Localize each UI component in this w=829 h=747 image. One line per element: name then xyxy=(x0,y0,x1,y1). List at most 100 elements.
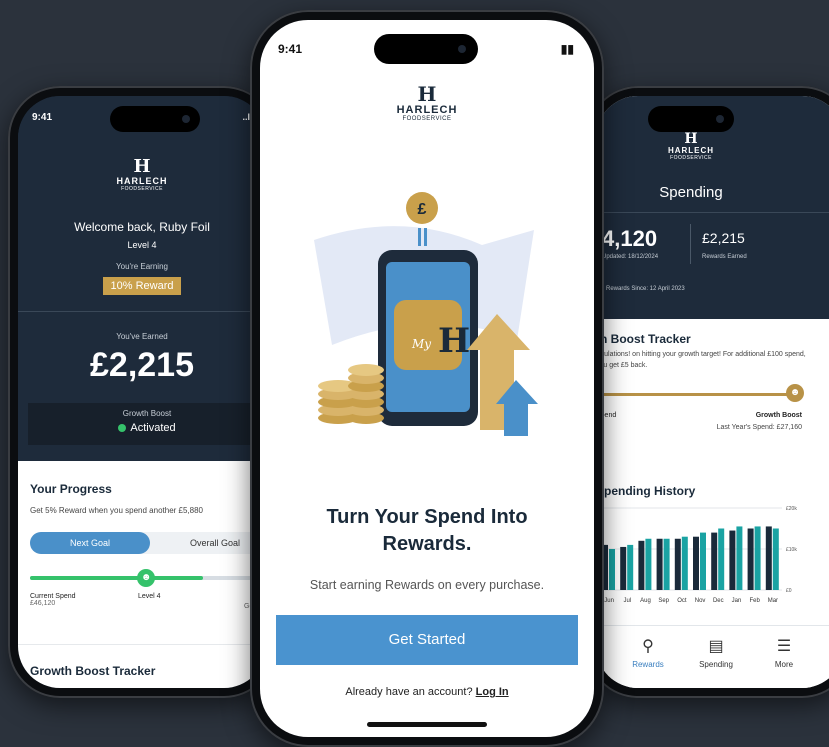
progress-knob-icon: ☻ xyxy=(137,569,156,587)
x-tick-label: Sep xyxy=(658,598,669,604)
tab-next-goal[interactable]: Next Goal xyxy=(30,532,150,554)
svg-text:H: H xyxy=(438,321,470,361)
x-tick-label: Aug xyxy=(640,598,651,604)
headline: Turn Your Spend Into Rewards. xyxy=(326,506,528,555)
spending-header: H HARLECH FOODSERVICE Spending 4,120 Upd… xyxy=(596,96,829,319)
status-dot-icon xyxy=(118,424,127,433)
bar-feb-series-1 xyxy=(747,528,754,590)
growth-boost-status: Activated xyxy=(130,422,176,434)
tab-spending-label: Spending xyxy=(699,660,733,669)
progress-description: Get 5% Reward when you spend another £5,… xyxy=(30,506,204,515)
bar-dec-series-2 xyxy=(718,528,725,590)
y-tick-label: £10k xyxy=(786,547,797,553)
coin-stack-icon xyxy=(318,364,384,424)
current-spend-value: £46,120 xyxy=(30,600,56,607)
boost-track xyxy=(596,393,801,396)
tab-more-label: More xyxy=(774,660,794,669)
x-tick-label: Dec xyxy=(713,598,724,604)
bar-jan-series-2 xyxy=(736,526,743,590)
tracker-title: th Boost Tracker xyxy=(596,332,691,346)
tracker-description: ratulations! on hitting your growth targ… xyxy=(596,351,806,369)
dynamic-island xyxy=(648,106,734,132)
get-started-button[interactable]: Get Started xyxy=(276,615,578,665)
tab-rewards[interactable]: ⚲ Rewards xyxy=(618,636,678,669)
bar-jan-series-1 xyxy=(729,530,736,590)
svg-text:£: £ xyxy=(418,201,427,218)
onboarding-screen: 9:41 ▮▮ H HARLECH FOODSERVICE £ My H Tur… xyxy=(260,20,594,737)
bar-oct-series-2 xyxy=(681,536,688,590)
welcome-text: Welcome back, Ruby Foil xyxy=(74,220,210,234)
x-tick-label: Oct xyxy=(677,598,687,604)
total-spend-updated: Updated: 18/12/2024 xyxy=(602,254,659,260)
y-tick-label: £20k xyxy=(786,506,797,512)
current-spend-label: Current Spend xyxy=(30,593,76,600)
center-phone: 9:41 ▮▮ H HARLECH FOODSERVICE £ My H Tur… xyxy=(250,10,604,747)
bar-jun-series-2 xyxy=(609,549,615,590)
bar-mar-series-2 xyxy=(772,528,779,590)
dashboard-header: 9:41 ..l H HARLECH FOODSERVICE Welcome b… xyxy=(18,96,266,446)
bar-oct-series-1 xyxy=(674,538,681,590)
y-tick-label: £0 xyxy=(786,588,792,594)
rewards-earned-value: £2,215 xyxy=(702,230,745,246)
brand-logo: H HARLECH FOODSERVICE xyxy=(667,131,715,161)
rewards-dashboard-screen: 9:41 ..l H HARLECH FOODSERVICE Welcome b… xyxy=(18,96,266,688)
right-phone: H HARLECH FOODSERVICE Spending 4,120 Upd… xyxy=(586,86,829,698)
last-year-spend: Last Year's Spend: £27,160 xyxy=(716,424,802,431)
left-phone: 9:41 ..l H HARLECH FOODSERVICE Welcome b… xyxy=(8,86,276,698)
level-label: Level 4 xyxy=(127,240,157,250)
menu-icon: ☰ xyxy=(776,638,792,655)
total-spend-value: 4,120 xyxy=(602,226,658,251)
bar-jul-series-1 xyxy=(620,546,627,590)
bar-jul-series-2 xyxy=(627,544,634,590)
rewards-since: Rewards Since: 12 April 2023 xyxy=(606,286,685,292)
dynamic-island xyxy=(110,106,200,132)
x-tick-label: Mar xyxy=(768,598,778,604)
spending-history-title: Spending History xyxy=(596,484,696,498)
rewards-app-illustration: £ My H xyxy=(314,192,538,436)
bar-feb-series-2 xyxy=(754,526,761,590)
bar-aug-series-1 xyxy=(638,540,645,590)
card-icon: ▤ xyxy=(708,638,724,655)
tab-more[interactable]: ☰ More xyxy=(754,636,814,669)
earned-amount: £2,215 xyxy=(90,346,194,384)
bar-sep-series-2 xyxy=(663,538,670,590)
status-time: 9:41 xyxy=(278,42,303,56)
x-tick-label: Feb xyxy=(750,598,761,604)
earned-label: You've Earned xyxy=(116,332,168,341)
x-tick-label: Jul xyxy=(623,598,631,604)
login-prompt: Already have an account? xyxy=(345,686,473,698)
trophy-icon: ⚲ xyxy=(642,638,654,655)
goal-segmented-control: Next Goal Overall Goal xyxy=(30,532,266,554)
growth-boost-label: Growth Boost xyxy=(755,412,802,419)
bar-nov-series-1 xyxy=(693,536,699,590)
spending-screen: H HARLECH FOODSERVICE Spending 4,120 Upd… xyxy=(596,96,829,688)
spending-history-chart: £20k £10k £0 Jun Jul Aug Sep Oct Nov Dec Jan Feb Mar xyxy=(600,506,797,604)
progress-track: ☻ xyxy=(30,569,266,587)
login-link[interactable]: Log In xyxy=(476,686,509,698)
status-time: 9:41 xyxy=(32,112,53,123)
level-marker: Level 4 xyxy=(138,593,161,600)
growth-boost-label: Growth Boost xyxy=(122,409,172,418)
reward-badge: 10% Reward xyxy=(102,277,182,295)
bar-nov-series-2 xyxy=(700,532,706,590)
brand-logo: H HARLECH FOODSERVICE xyxy=(116,156,168,193)
svg-text:My: My xyxy=(411,337,431,351)
x-tick-label: Jan xyxy=(732,598,742,604)
home-indicator xyxy=(367,722,487,727)
divider xyxy=(18,311,266,312)
dynamic-island xyxy=(374,34,478,64)
battery-icon: ▮▮ xyxy=(560,42,574,56)
earning-label: You're Earning xyxy=(116,262,168,271)
bar-mar-series-1 xyxy=(765,526,772,590)
tab-spending[interactable]: ▤ Spending xyxy=(686,636,746,669)
x-tick-label: Jun xyxy=(604,598,614,604)
page-title: Spending xyxy=(659,184,723,201)
subtext: Start earning Rewards on every purchase. xyxy=(309,578,545,592)
rewards-earned-label: Rewards Earned xyxy=(702,254,747,260)
x-tick-label: Nov xyxy=(695,598,706,604)
bar-aug-series-2 xyxy=(645,538,652,590)
bar-sep-series-1 xyxy=(656,538,663,590)
bar-dec-series-1 xyxy=(711,532,718,590)
brand-logo: H HARLECH FOODSERVICE xyxy=(396,82,458,122)
progress-title: Your Progress xyxy=(30,482,112,496)
